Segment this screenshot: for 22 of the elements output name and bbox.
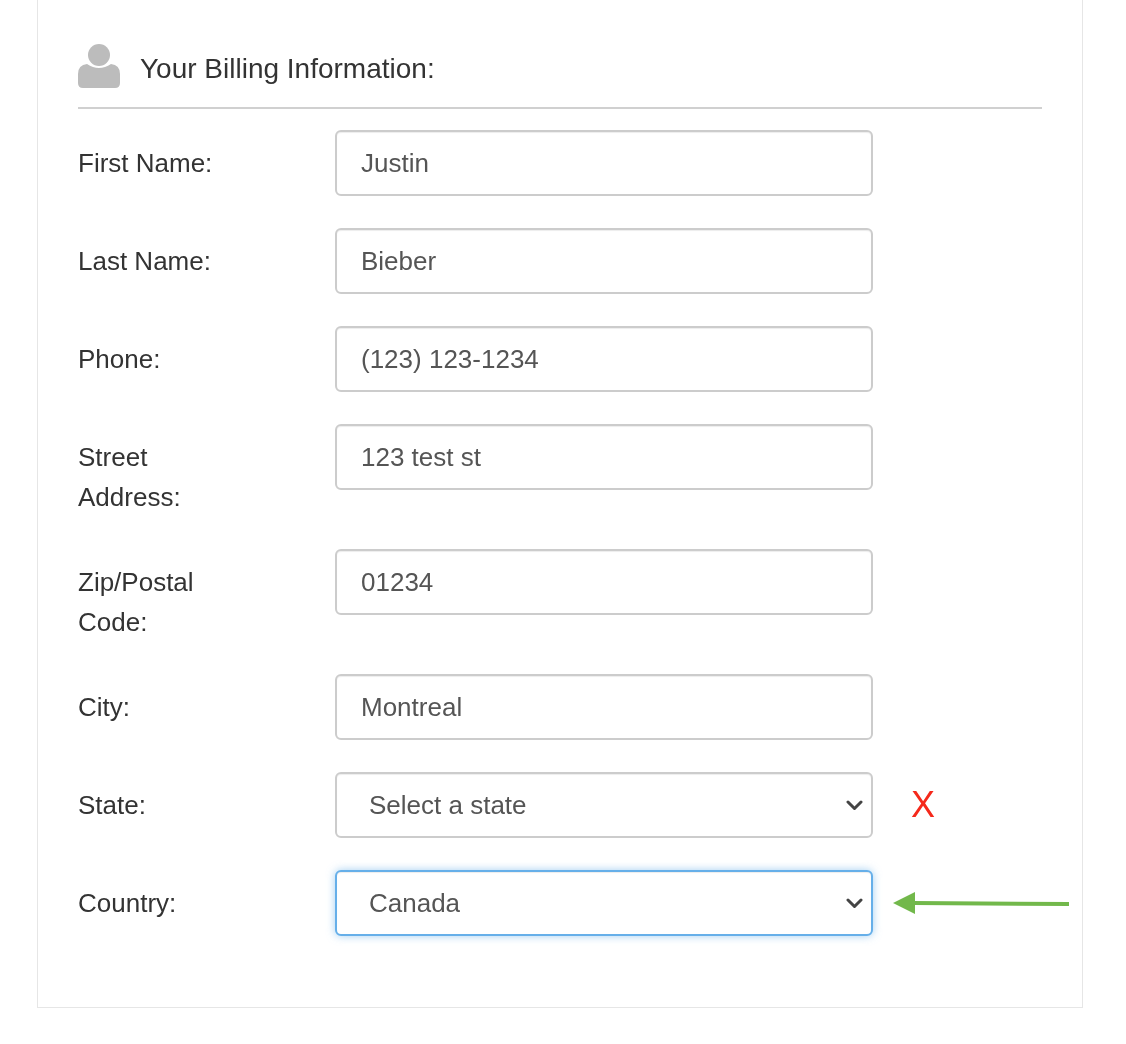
person-icon (78, 44, 120, 88)
error-mark: X (911, 785, 935, 825)
text-field[interactable]: (123) 123-1234 (335, 326, 873, 392)
text-field[interactable]: Justin (335, 130, 873, 196)
field-label: Country: (78, 887, 178, 920)
field-label: City: (78, 691, 131, 724)
field-label: Last Name: (78, 245, 212, 278)
text-field[interactable]: 01234 (335, 549, 873, 615)
dropdown[interactable]: Select a state (335, 772, 873, 838)
field-label: State: (78, 789, 147, 822)
text-field[interactable]: 123 test st (335, 424, 873, 490)
chevron-down-icon (846, 799, 863, 811)
text-field[interactable]: Montreal (335, 674, 873, 740)
field-label: Zip/Postal Code: (78, 566, 195, 639)
field-label: First Name: (78, 147, 214, 180)
left-arrow-icon (893, 892, 1069, 914)
dropdown[interactable]: Canada (335, 870, 873, 936)
field-label: Phone: (78, 343, 162, 376)
text-field[interactable]: Bieber (335, 228, 873, 294)
section-title: Your Billing Information: (140, 52, 435, 86)
field-label: Street Address: (78, 441, 182, 514)
chevron-down-icon (846, 897, 863, 909)
